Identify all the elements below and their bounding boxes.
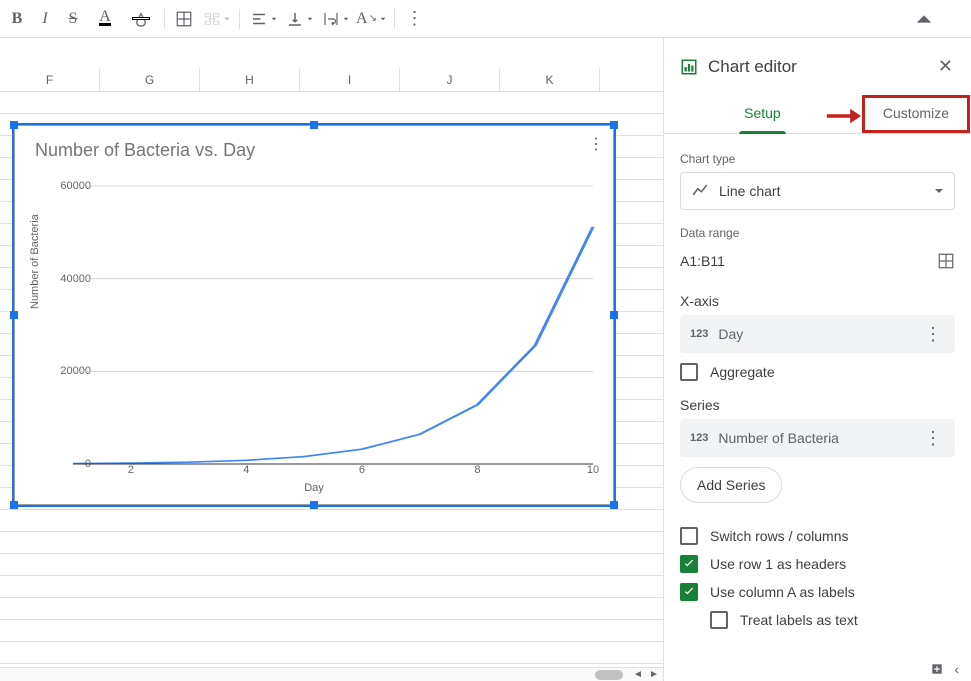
text-wrap-button[interactable] bbox=[318, 6, 352, 32]
aggregate-label: Aggregate bbox=[710, 364, 775, 380]
chart-options-button[interactable]: ⋮ bbox=[588, 134, 603, 154]
aggregate-checkbox[interactable] bbox=[680, 363, 698, 381]
series-section-label: Series bbox=[680, 397, 955, 413]
formatting-toolbar: B I S A A↘ ⋮ bbox=[0, 0, 971, 38]
resize-handle[interactable] bbox=[610, 501, 618, 509]
spreadsheet-area[interactable]: FGHIJK ⋮ Number of Bacteria vs. Day Numb… bbox=[0, 38, 663, 681]
resize-handle[interactable] bbox=[10, 501, 18, 509]
bold-button[interactable]: B bbox=[4, 6, 30, 32]
panel-title: Chart editor bbox=[708, 57, 924, 77]
chart-x-axis-title: Day bbox=[15, 482, 613, 494]
resize-handle[interactable] bbox=[10, 121, 18, 129]
resize-handle[interactable] bbox=[10, 311, 18, 319]
resize-handle[interactable] bbox=[310, 121, 318, 129]
chart-plot-area bbox=[73, 186, 593, 464]
treat-labels-text-checkbox[interactable] bbox=[710, 611, 728, 629]
column-header[interactable]: G bbox=[100, 68, 200, 91]
chart-editor-tabs: Setup Customize bbox=[664, 89, 971, 134]
explore-icon[interactable] bbox=[930, 662, 944, 676]
tab-customize[interactable]: Customize bbox=[865, 98, 967, 130]
column-header[interactable]: J bbox=[400, 68, 500, 91]
horizontal-align-button[interactable] bbox=[246, 6, 280, 32]
collapse-toolbar-button[interactable] bbox=[911, 6, 937, 32]
more-toolbar-button[interactable]: ⋮ bbox=[401, 6, 427, 32]
use-row1-headers-label: Use row 1 as headers bbox=[710, 556, 846, 572]
chart-type-select[interactable]: Line chart bbox=[680, 172, 955, 210]
xaxis-field-menu[interactable]: ⋮ bbox=[920, 324, 945, 345]
chevron-down-icon bbox=[934, 186, 944, 196]
add-series-button[interactable]: Add Series bbox=[680, 467, 782, 503]
annotation-arrow bbox=[825, 106, 861, 126]
merge-cells-button bbox=[199, 6, 233, 32]
data-range-label: Data range bbox=[680, 226, 955, 240]
chart-type-label: Chart type bbox=[680, 152, 955, 166]
embedded-chart[interactable]: ⋮ Number of Bacteria vs. Day Number of B… bbox=[14, 125, 614, 505]
series-field[interactable]: 123 Number of Bacteria ⋮ bbox=[680, 419, 955, 457]
select-range-icon[interactable] bbox=[937, 252, 955, 270]
use-columnA-labels-label: Use column A as labels bbox=[710, 584, 855, 600]
number-type-icon: 123 bbox=[690, 432, 708, 444]
fill-color-button[interactable] bbox=[124, 6, 158, 32]
xaxis-field[interactable]: 123 Day ⋮ bbox=[680, 315, 955, 353]
chart-y-axis-title: Number of Bacteria bbox=[29, 214, 41, 309]
chart-title: Number of Bacteria vs. Day bbox=[15, 126, 613, 167]
column-header[interactable]: K bbox=[500, 68, 600, 91]
collapse-side-icon[interactable]: ‹ bbox=[954, 661, 959, 677]
series-field-menu[interactable]: ⋮ bbox=[920, 428, 945, 449]
strikethrough-button[interactable]: S bbox=[60, 6, 86, 32]
number-type-icon: 123 bbox=[690, 328, 708, 340]
column-header[interactable]: H bbox=[200, 68, 300, 91]
italic-button[interactable]: I bbox=[32, 6, 58, 32]
data-range-value[interactable]: A1:B11 bbox=[680, 253, 725, 269]
resize-handle[interactable] bbox=[610, 121, 618, 129]
chart-editor-panel: Chart editor ✕ Setup Customize Chart typ… bbox=[663, 38, 971, 681]
text-color-button[interactable]: A bbox=[88, 6, 122, 32]
treat-labels-text-label: Treat labels as text bbox=[740, 612, 858, 628]
borders-button[interactable] bbox=[171, 6, 197, 32]
switch-rows-columns-checkbox[interactable] bbox=[680, 527, 698, 545]
horizontal-scrollbar[interactable]: ◄ ► bbox=[0, 667, 663, 681]
text-rotation-button[interactable]: A↘ bbox=[354, 6, 388, 32]
chart-icon bbox=[680, 58, 698, 76]
xaxis-section-label: X-axis bbox=[680, 293, 955, 309]
use-row1-headers-checkbox[interactable] bbox=[680, 555, 698, 573]
column-headers: FGHIJK bbox=[0, 68, 663, 92]
chart-x-tick-labels: 246810 bbox=[73, 464, 593, 478]
footer-icons: ‹ bbox=[926, 657, 963, 681]
switch-rows-columns-label: Switch rows / columns bbox=[710, 528, 848, 544]
resize-handle[interactable] bbox=[610, 311, 618, 319]
column-header[interactable]: F bbox=[0, 68, 100, 91]
resize-handle[interactable] bbox=[310, 501, 318, 509]
close-panel-button[interactable]: ✕ bbox=[934, 52, 957, 81]
column-header[interactable]: I bbox=[300, 68, 400, 91]
use-columnA-labels-checkbox[interactable] bbox=[680, 583, 698, 601]
line-chart-icon bbox=[691, 182, 709, 200]
vertical-align-button[interactable] bbox=[282, 6, 316, 32]
